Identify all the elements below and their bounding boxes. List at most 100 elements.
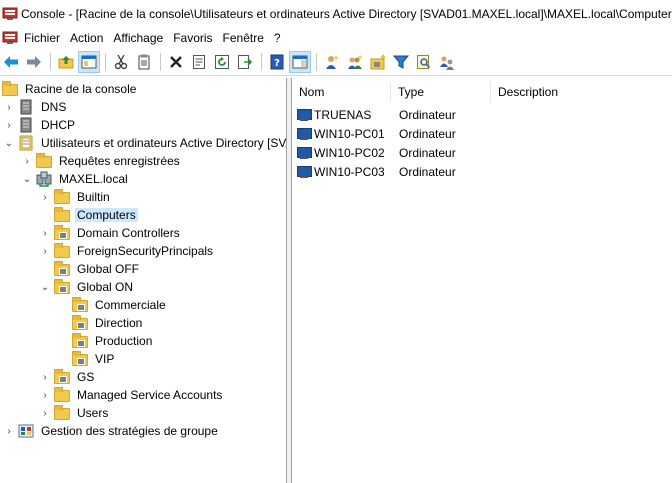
computer-type: Ordinateur: [399, 145, 456, 160]
tree-node-label: Commerciale: [95, 298, 166, 312]
group-policy-icon: [18, 423, 34, 439]
show-hide-action-pane-icon[interactable]: [289, 50, 311, 73]
tree-node-label: Builtin: [77, 190, 110, 204]
forward-arrow-icon[interactable]: [23, 51, 45, 73]
mmc-menu-icon[interactable]: [2, 30, 18, 46]
tree-node-saved-queries[interactable]: › Requêtes enregistrées: [20, 152, 182, 170]
tree-node-direction[interactable]: Direction: [56, 314, 144, 332]
menu-bar: Fichier Action Affichage Favoris Fenêtre…: [0, 28, 672, 48]
tree-node-builtin[interactable]: › Builtin: [38, 188, 112, 206]
tree-node-label: DNS: [41, 100, 67, 114]
computer-icon: [296, 165, 312, 179]
find-icon[interactable]: [413, 51, 435, 73]
tree-node-gpo-management[interactable]: › Gestion des stratégies de groupe: [2, 422, 220, 440]
column-header-description[interactable]: Description: [491, 82, 672, 102]
show-hide-console-tree-icon[interactable]: [78, 50, 100, 73]
tree-node-label: Users: [77, 406, 109, 420]
menu-fichier[interactable]: Fichier: [22, 31, 68, 45]
tree-node-dns[interactable]: › DNS: [2, 98, 68, 116]
list-row[interactable]: WIN10-PC02 Ordinateur: [292, 143, 495, 162]
tree-node-production[interactable]: Production: [56, 332, 154, 350]
toolbar-separator: [105, 52, 106, 71]
list-row[interactable]: WIN10-PC03 Ordinateur: [292, 162, 495, 181]
tree-node-dhcp[interactable]: › DHCP: [2, 116, 77, 134]
menu-action[interactable]: Action: [68, 31, 111, 45]
folder-icon: [54, 189, 70, 205]
menu-affichage[interactable]: Affichage: [111, 31, 171, 45]
tree-node-vip[interactable]: VIP: [56, 350, 116, 368]
list-row[interactable]: WIN10-PC01 Ordinateur: [292, 124, 495, 143]
menu-help[interactable]: ?: [272, 31, 289, 45]
svg-text:?: ?: [274, 58, 280, 69]
computer-name: TRUENAS: [314, 107, 372, 122]
filter-icon[interactable]: [390, 51, 412, 73]
tree-node-aduc[interactable]: ⌄ Utilisateurs et ordinateurs Active Dir…: [2, 134, 286, 152]
toolbar: ?: [0, 48, 672, 76]
chevron-right-icon[interactable]: ›: [38, 226, 52, 240]
ou-folder-icon: [72, 315, 88, 331]
computer-icon: [296, 108, 312, 122]
properties-icon[interactable]: [188, 51, 210, 73]
folder-icon: [54, 207, 70, 223]
chevron-down-icon[interactable]: ⌄: [2, 136, 16, 150]
toolbar-separator: [160, 52, 161, 71]
back-arrow-icon[interactable]: [0, 51, 22, 73]
chevron-right-icon[interactable]: ›: [38, 244, 52, 258]
list-row[interactable]: TRUENAS Ordinateur: [292, 105, 495, 124]
computer-icon: [296, 127, 312, 141]
tree-node-users[interactable]: › Users: [38, 404, 110, 422]
tree-node-label: ForeignSecurityPrincipals: [77, 244, 214, 258]
new-user-icon[interactable]: [321, 51, 343, 73]
tree-node-domain-controllers[interactable]: › Domain Controllers: [38, 224, 182, 242]
ou-folder-icon: [54, 261, 70, 277]
chevron-right-icon[interactable]: ›: [38, 388, 52, 402]
computer-type: Ordinateur: [399, 126, 456, 141]
chevron-right-icon[interactable]: ›: [20, 154, 34, 168]
folder-icon: [54, 405, 70, 421]
tree-node-managed-service-accounts[interactable]: › Managed Service Accounts: [38, 386, 224, 404]
tree-node-computers[interactable]: Computers: [38, 206, 138, 224]
mmc-console-icon: [2, 6, 18, 22]
chevron-right-icon[interactable]: ›: [38, 406, 52, 420]
tree-node-global-on[interactable]: ⌄ Global ON: [38, 278, 135, 296]
column-header-type[interactable]: Type: [391, 82, 491, 102]
delete-icon[interactable]: [165, 51, 187, 73]
copy-icon[interactable]: [133, 51, 155, 73]
menu-favoris[interactable]: Favoris: [171, 31, 220, 45]
new-ou-icon[interactable]: [367, 51, 389, 73]
tree-node-domain[interactable]: ⌄ MAXEL.local: [20, 170, 130, 188]
add-to-group-icon[interactable]: [436, 51, 458, 73]
tree-node-label: Managed Service Accounts: [77, 388, 223, 402]
chevron-right-icon[interactable]: ›: [2, 118, 16, 132]
chevron-right-icon[interactable]: ›: [2, 100, 16, 114]
folder-icon: [2, 81, 18, 97]
tree-node-label: Utilisateurs et ordinateurs Active Direc…: [41, 136, 286, 150]
column-header-nom[interactable]: Nom: [292, 82, 391, 102]
chevron-right-icon[interactable]: ›: [38, 190, 52, 204]
tree-node-global-off[interactable]: Global OFF: [38, 260, 141, 278]
tree-node-commerciale[interactable]: Commerciale: [56, 296, 168, 314]
menu-fenetre[interactable]: Fenêtre: [221, 31, 272, 45]
toolbar-separator: [261, 52, 262, 71]
tree-node-console-root[interactable]: Racine de la console: [0, 80, 138, 98]
refresh-icon[interactable]: [211, 51, 233, 73]
up-folder-icon[interactable]: [55, 51, 77, 73]
tree-node-label: Direction: [95, 316, 143, 330]
computer-name: WIN10-PC03: [314, 164, 385, 179]
chevron-right-icon[interactable]: ›: [2, 424, 16, 438]
chevron-right-icon[interactable]: ›: [38, 370, 52, 384]
tree-node-foreign-security-principals[interactable]: › ForeignSecurityPrincipals: [38, 242, 215, 260]
toolbar-separator: [316, 52, 317, 71]
help-icon[interactable]: ?: [266, 51, 288, 73]
chevron-down-icon[interactable]: ⌄: [20, 172, 34, 186]
export-list-icon[interactable]: [234, 51, 256, 73]
folder-icon: [36, 153, 52, 169]
computer-type: Ordinateur: [399, 107, 456, 122]
chevron-down-icon[interactable]: ⌄: [38, 280, 52, 294]
tree-node-gs[interactable]: › GS: [38, 368, 96, 386]
folder-icon: [54, 243, 70, 259]
new-group-icon[interactable]: [344, 51, 366, 73]
tree-node-label: Global ON: [77, 280, 134, 294]
cut-icon[interactable]: [110, 51, 132, 73]
title-bar: Console - [Racine de la console\Utilisat…: [0, 0, 672, 28]
